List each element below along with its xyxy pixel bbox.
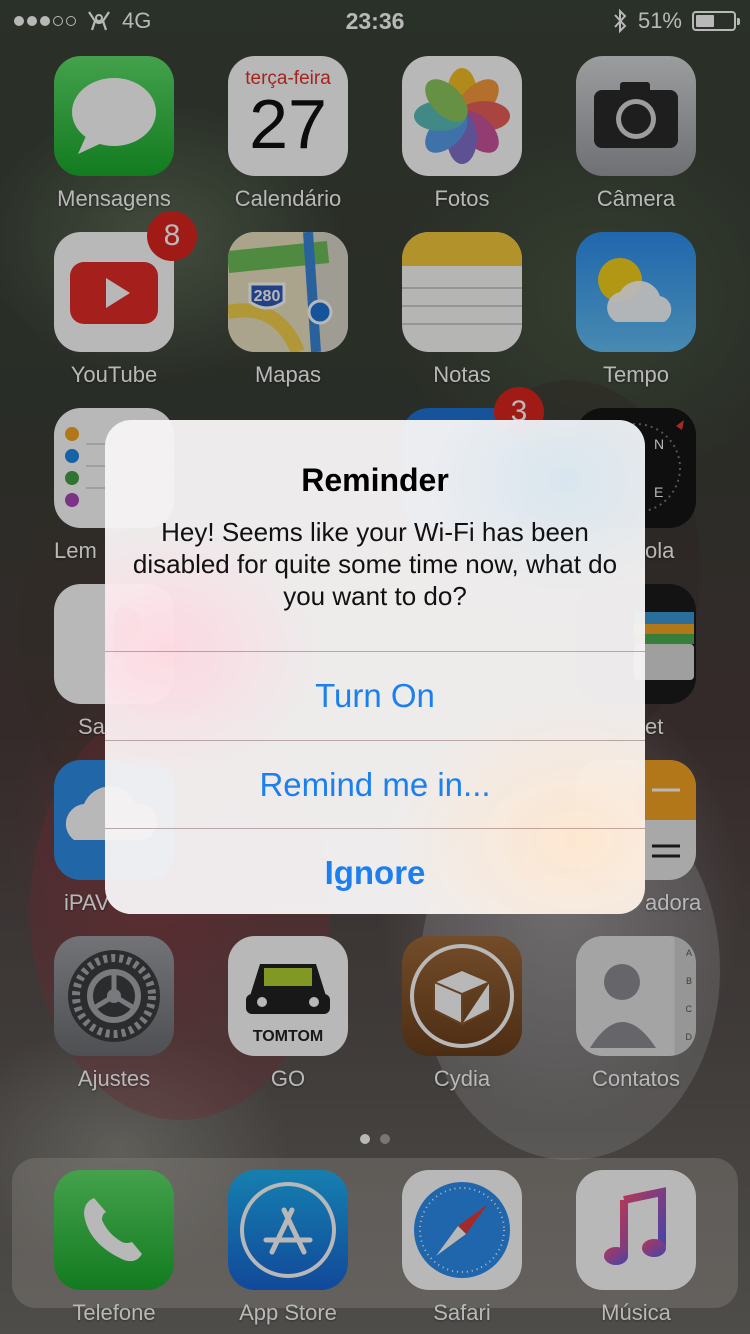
remind-me-button[interactable]: Remind me in...	[105, 740, 645, 829]
turn-on-button[interactable]: Turn On	[105, 651, 645, 740]
reminder-alert: Reminder Hey! Seems like your Wi-Fi has …	[105, 420, 645, 914]
alert-message: Hey! Seems like your Wi-Fi has been disa…	[132, 517, 618, 611]
ignore-button[interactable]: Ignore	[105, 828, 645, 914]
alert-title: Reminder	[301, 462, 449, 498]
